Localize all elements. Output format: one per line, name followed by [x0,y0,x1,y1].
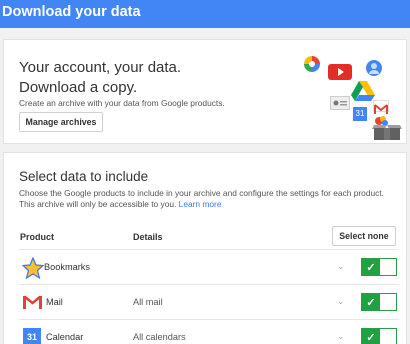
calendar-small-icon: 31 [353,107,367,121]
gmail-icon [23,295,42,309]
page-title: Download your data [2,4,141,20]
top-bar: Download your data [0,0,410,28]
learn-more-link[interactable]: Learn more [179,199,222,209]
divider [19,249,399,250]
intro-description: Create an archive with your data from Go… [19,98,225,108]
gmail-small-icon [373,100,389,114]
column-header-details: Details [133,232,163,242]
check-icon: ✓ [362,294,380,310]
select-title: Select data to include [19,169,149,184]
check-icon: ✓ [362,329,380,344]
select-data-card: Select data to include Choose the Google… [3,152,407,344]
include-toggle[interactable]: ✓ [361,328,397,344]
intro-headline-1: Your account, your data. [19,59,182,76]
select-description-1: Choose the Google products to include in… [19,188,384,198]
include-toggle[interactable]: ✓ [361,258,397,276]
chevron-down-icon[interactable]: ⌄ [337,296,345,307]
chevron-down-icon[interactable]: ⌄ [337,261,345,272]
product-name: Mail [46,297,63,307]
select-description-2-text: This archive will only be accessible to … [19,199,177,209]
product-name: Calendar [46,332,84,342]
column-header-product: Product [20,232,55,242]
manage-archives-button[interactable]: Manage archives [19,112,103,132]
intro-headline-2: Download a copy. [19,79,138,96]
intro-card: Your account, your data. Download a copy… [3,39,407,144]
drive-icon [351,80,375,102]
calendar-icon: 31 [23,328,41,344]
star-icon [21,256,45,280]
photos-pinwheel-icon [304,56,320,72]
chevron-down-icon[interactable]: ⌄ [337,331,345,342]
product-detail: All calendars [133,332,186,342]
product-detail: All mail [133,297,163,307]
select-none-button[interactable]: Select none [332,226,396,246]
product-name: Bookmarks [44,262,90,272]
youtube-icon [328,64,352,80]
contact-card-icon [330,96,350,110]
divider [19,284,399,285]
contacts-profile-icon [366,60,382,76]
include-toggle[interactable]: ✓ [361,293,397,311]
check-icon: ✓ [362,259,380,275]
archive-box-icon [372,116,402,140]
select-description-2: This archive will only be accessible to … [19,199,222,210]
product-icons-cluster: 31 [300,52,406,147]
divider [19,319,399,320]
